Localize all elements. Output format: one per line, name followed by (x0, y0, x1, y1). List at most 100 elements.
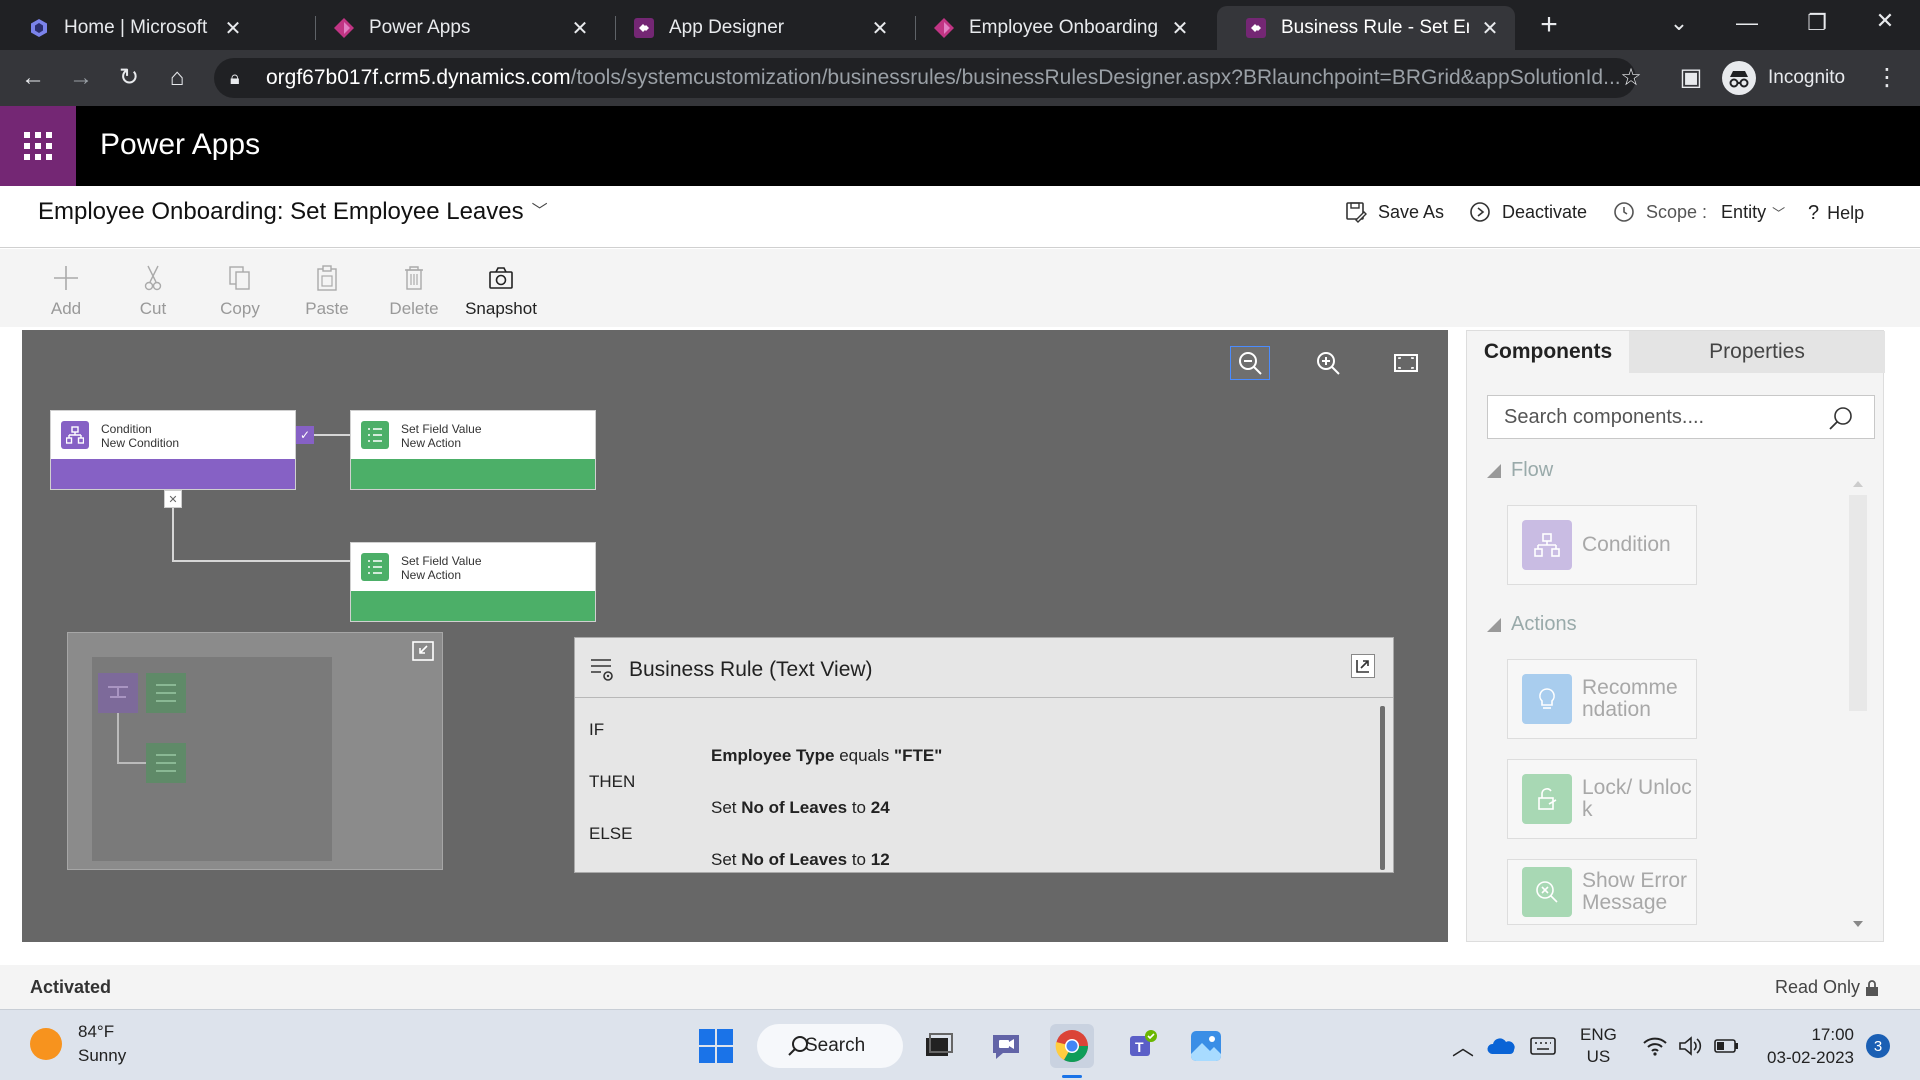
zoom-in-button[interactable] (1308, 346, 1348, 380)
set-field-value-node-true[interactable]: Set Field Value New Action (350, 410, 596, 490)
tab-search-chevron-icon[interactable]: ⌄ (1662, 10, 1696, 36)
components-scrollbar[interactable] (1849, 481, 1867, 941)
onedrive-icon[interactable] (1486, 1010, 1516, 1080)
close-icon[interactable]: ✕ (222, 16, 244, 41)
component-lock-unlock[interactable]: Lock/ Unlock (1507, 759, 1697, 839)
rule-title-dropdown[interactable]: Employee Onboarding: Set Employee Leaves… (38, 198, 548, 226)
app-launcher-icon[interactable] (0, 106, 76, 186)
snapshot-button[interactable]: Snapshot (458, 263, 544, 319)
copy-button[interactable]: Copy (197, 263, 283, 319)
component-recommendation[interactable]: Recomme ndation (1507, 659, 1697, 739)
component-search-input[interactable]: Search components.... (1487, 395, 1875, 439)
close-icon[interactable]: ✕ (1479, 16, 1501, 41)
fit-to-screen-button[interactable] (1386, 346, 1426, 380)
condition-node[interactable]: Condition New Condition (50, 410, 296, 490)
notification-badge[interactable]: 3 (1866, 1034, 1890, 1058)
scope-selector[interactable]: Scope : Entity ﹀ (1612, 200, 1785, 224)
camera-icon (489, 267, 513, 289)
tray-overflow-icon[interactable]: ︿ (1452, 1010, 1474, 1080)
lock-icon[interactable]: 🔒︎ (230, 68, 252, 89)
component-condition[interactable]: Condition (1507, 505, 1697, 585)
connector-true-badge[interactable]: ✓ (296, 426, 314, 444)
node-type: Set Field Value (401, 554, 482, 568)
close-window-icon[interactable]: ✕ (1868, 8, 1902, 34)
zoom-out-button[interactable] (1230, 346, 1270, 380)
bookmark-star-icon[interactable]: ☆ (1614, 62, 1648, 96)
delete-button[interactable]: Delete (371, 263, 457, 319)
task-view-icon (926, 1033, 953, 1056)
lightbulb-icon (1522, 674, 1572, 724)
tab-app-designer[interactable]: App Designer ✕ (605, 6, 905, 50)
back-icon[interactable]: ← (16, 62, 50, 96)
close-icon[interactable]: ✕ (869, 16, 891, 41)
minimap-collapse-icon[interactable] (412, 641, 434, 661)
section-actions[interactable]: Actions (1487, 613, 1577, 636)
minimap[interactable] (67, 632, 443, 870)
search-icon[interactable] (1828, 405, 1854, 431)
close-icon[interactable]: ✕ (1169, 16, 1191, 41)
text-view-collapse-icon[interactable] (1351, 654, 1375, 678)
home-icon[interactable]: ⌂ (160, 62, 194, 96)
scroll-up-icon[interactable] (1853, 481, 1863, 487)
volume-icon[interactable] (1678, 1010, 1702, 1080)
connector-false-badge[interactable]: ✕ (164, 490, 182, 508)
power-apps-logo-icon (634, 18, 654, 38)
taskbar-search-label: Search (805, 1035, 866, 1056)
scope-icon (1614, 202, 1634, 222)
chrome-icon (1055, 1030, 1088, 1063)
weather-condition: Sunny (78, 1046, 127, 1065)
url-host: orgf67b017f.crm5.dynamics.com (266, 66, 571, 89)
keyboard-icon[interactable] (1530, 1010, 1556, 1080)
incognito-profile[interactable]: Incognito (1722, 58, 1845, 98)
zoom-out-icon (1239, 352, 1262, 375)
address-bar[interactable]: 🔒︎ orgf67b017f.crm5.dynamics.com /tools/… (214, 58, 1636, 98)
more-menu-icon[interactable]: ⋮ (1870, 62, 1904, 96)
tab-properties[interactable]: Properties (1629, 331, 1885, 373)
component-label: Lock/ Unlock (1582, 776, 1692, 821)
deactivate-button[interactable]: Deactivate (1468, 200, 1587, 224)
new-tab-button[interactable]: + (1532, 8, 1566, 42)
teams-button[interactable]: T (1118, 1024, 1162, 1068)
language-indicator[interactable]: ENG US (1580, 1010, 1617, 1080)
tab-business-rule[interactable]: Business Rule - Set Emplo ✕ (1217, 6, 1515, 50)
minimap-preview (98, 673, 186, 783)
taskbar-search[interactable]: Search (757, 1024, 903, 1068)
component-show-error-message[interactable]: Show Error Message (1507, 859, 1697, 925)
restore-icon[interactable]: ❐ (1800, 10, 1834, 36)
set-field-value-node-false[interactable]: Set Field Value New Action (350, 542, 596, 622)
collapse-triangle-icon (1487, 463, 1501, 478)
side-panel-icon[interactable]: ▣ (1674, 62, 1708, 96)
incognito-icon (1722, 61, 1756, 95)
weather-widget[interactable]: 84°F Sunny (30, 1020, 126, 1068)
wifi-icon[interactable] (1642, 1010, 1668, 1080)
close-icon[interactable]: ✕ (569, 16, 591, 41)
help-button[interactable]: ? Help (1808, 202, 1864, 225)
add-button[interactable]: Add (23, 263, 109, 319)
photos-button[interactable] (1184, 1024, 1228, 1068)
copy-label: Copy (220, 299, 260, 318)
sun-icon (30, 1028, 62, 1060)
teams-chat-button[interactable] (984, 1024, 1028, 1068)
app-title: Power Apps (100, 128, 261, 161)
minimap-viewport[interactable] (92, 657, 332, 861)
minimize-icon[interactable]: — (1730, 10, 1764, 36)
save-as-button[interactable]: Save As (1344, 200, 1444, 224)
tab-components[interactable]: Components (1467, 331, 1629, 373)
section-flow[interactable]: Flow (1487, 459, 1553, 482)
designer-canvas[interactable]: ✓ ✕ Condition New Condition Set Field Val… (22, 330, 1448, 942)
tab-employee-onboardings[interactable]: Employee Onboardings] · ✕ (905, 6, 1205, 50)
paste-button[interactable]: Paste (284, 263, 370, 319)
else-value: 12 (870, 850, 890, 869)
scroll-down-icon[interactable] (1853, 921, 1863, 927)
cut-button[interactable]: Cut (110, 263, 196, 319)
task-view-button[interactable] (916, 1024, 960, 1068)
forward-icon[interactable]: → (64, 62, 98, 96)
reload-icon[interactable]: ↻ (112, 62, 146, 96)
start-button[interactable] (694, 1024, 738, 1068)
battery-icon[interactable] (1714, 1010, 1740, 1080)
tab-power-apps[interactable]: Power Apps ✕ (305, 6, 605, 50)
chrome-button[interactable] (1050, 1024, 1094, 1078)
clock[interactable]: 17:00 03-02-2023 (1762, 1010, 1854, 1080)
text-view-scrollbar[interactable] (1380, 706, 1385, 870)
tab-home-m365[interactable]: Home | Microsoft 365 ✕ (0, 6, 258, 50)
